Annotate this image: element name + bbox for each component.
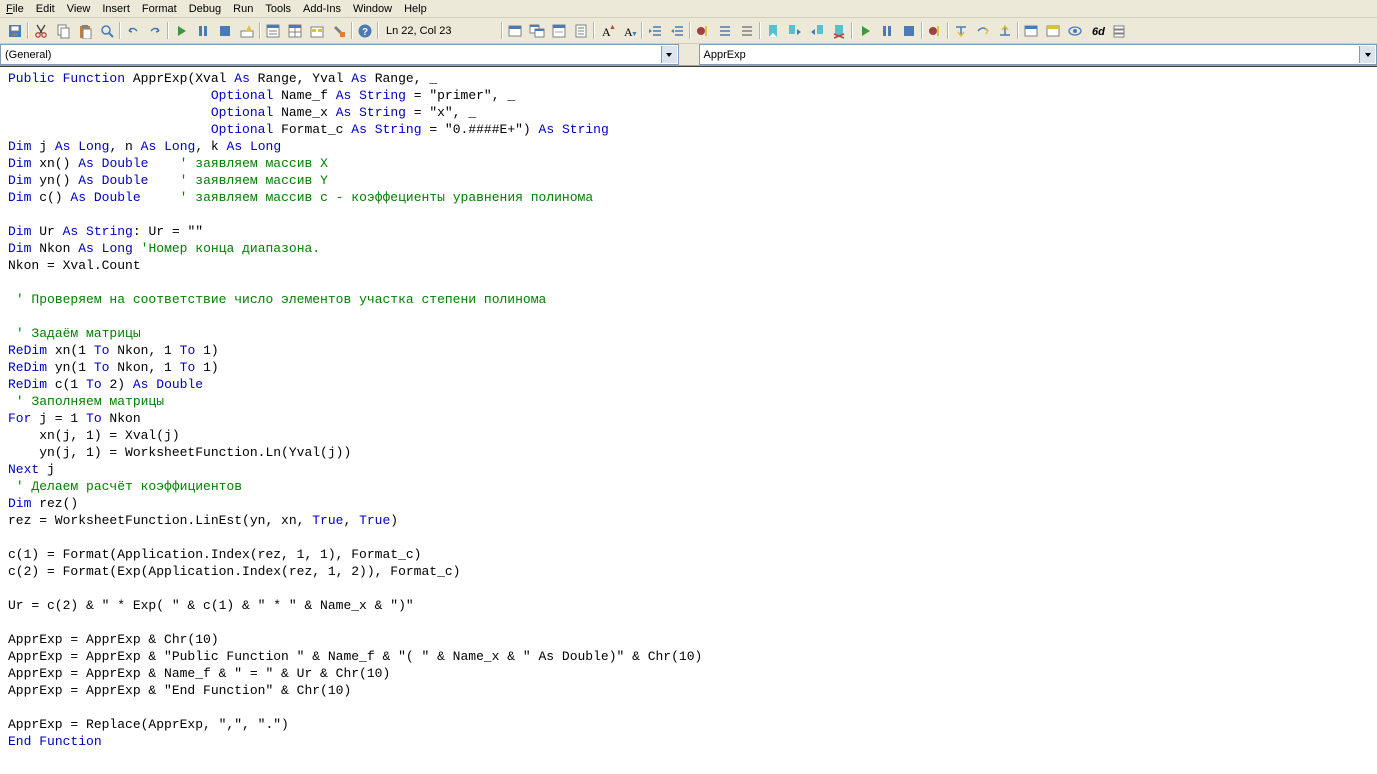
tb2-bookmark-toggle-icon[interactable] bbox=[762, 20, 784, 42]
tb2-font-larger-icon[interactable]: A▲ bbox=[596, 20, 618, 42]
tb3-immediate-icon[interactable] bbox=[1042, 20, 1064, 42]
tb2-module-icon[interactable] bbox=[570, 20, 592, 42]
menu-edit[interactable]: Edit bbox=[36, 3, 55, 15]
svg-text:?: ? bbox=[362, 27, 368, 38]
tb3-pause-icon[interactable] bbox=[876, 20, 898, 42]
menu-file[interactable]: File bbox=[6, 3, 24, 15]
cut-icon[interactable] bbox=[30, 20, 52, 42]
design-mode-icon[interactable] bbox=[236, 20, 258, 42]
tb2-bookmark-next-icon[interactable] bbox=[784, 20, 806, 42]
redo-icon[interactable] bbox=[144, 20, 166, 42]
tb2-windows-icon[interactable] bbox=[526, 20, 548, 42]
tb3-step-out-icon[interactable] bbox=[994, 20, 1016, 42]
code-editor[interactable]: Public Function ApprExp(Xval As Range, Y… bbox=[0, 66, 1377, 774]
properties-icon[interactable] bbox=[284, 20, 306, 42]
svg-text:▼: ▼ bbox=[631, 31, 637, 38]
menu-format[interactable]: Format bbox=[142, 3, 177, 15]
paste-icon[interactable] bbox=[74, 20, 96, 42]
toolbox-icon[interactable] bbox=[328, 20, 350, 42]
tb2-form-icon[interactable] bbox=[548, 20, 570, 42]
copy-icon[interactable] bbox=[52, 20, 74, 42]
menu-run[interactable]: Run bbox=[233, 3, 253, 15]
tb2-bookmark-clear-icon[interactable] bbox=[828, 20, 850, 42]
pause-icon[interactable] bbox=[192, 20, 214, 42]
tb2-bookmark-prev-icon[interactable] bbox=[806, 20, 828, 42]
tb2-indent-icon[interactable] bbox=[644, 20, 666, 42]
menubar: File Edit View Insert Format Debug Run T… bbox=[0, 0, 1377, 18]
procedure-dropdown-value: ApprExp bbox=[704, 49, 746, 61]
menu-tools[interactable]: Tools bbox=[265, 3, 291, 15]
svg-text:6d: 6d bbox=[1092, 26, 1105, 38]
tb3-locals-icon[interactable] bbox=[1020, 20, 1042, 42]
tb3-call-stack-icon[interactable] bbox=[1108, 20, 1130, 42]
menu-debug[interactable]: Debug bbox=[189, 3, 221, 15]
tb3-run-icon[interactable] bbox=[854, 20, 876, 42]
menu-view[interactable]: View bbox=[67, 3, 91, 15]
svg-text:▲: ▲ bbox=[609, 24, 615, 31]
object-dropdown-value: (General) bbox=[5, 49, 51, 61]
tb3-step-into-icon[interactable] bbox=[950, 20, 972, 42]
dropdown-arrow-icon bbox=[661, 46, 677, 63]
project-explorer-icon[interactable] bbox=[262, 20, 284, 42]
object-browser-icon[interactable] bbox=[306, 20, 328, 42]
tb3-step-over-icon[interactable] bbox=[972, 20, 994, 42]
menu-window[interactable]: Window bbox=[353, 3, 392, 15]
main-toolbar: ? Ln 22, Col 23 A▲ A▼ 6d bbox=[0, 18, 1377, 44]
undo-icon[interactable] bbox=[122, 20, 144, 42]
save-icon[interactable] bbox=[4, 20, 26, 42]
object-dropdown[interactable]: (General) bbox=[0, 44, 679, 65]
tb3-quick-watch-icon[interactable]: 6d bbox=[1086, 20, 1108, 42]
tb3-watch-icon[interactable] bbox=[1064, 20, 1086, 42]
menu-help[interactable]: Help bbox=[404, 3, 427, 15]
cursor-position: Ln 22, Col 23 bbox=[380, 23, 500, 39]
tb2-outdent-icon[interactable] bbox=[666, 20, 688, 42]
code-dropdowns: (General) ApprExp bbox=[0, 44, 1377, 66]
menu-insert[interactable]: Insert bbox=[102, 3, 130, 15]
find-icon[interactable] bbox=[96, 20, 118, 42]
tb2-comment-icon[interactable] bbox=[714, 20, 736, 42]
tb2-breakpoint-icon[interactable] bbox=[692, 20, 714, 42]
help-icon[interactable]: ? bbox=[354, 20, 376, 42]
tb3-stop-icon[interactable] bbox=[898, 20, 920, 42]
procedure-dropdown[interactable]: ApprExp bbox=[699, 44, 1377, 65]
stop-icon[interactable] bbox=[214, 20, 236, 42]
run-icon[interactable] bbox=[170, 20, 192, 42]
tb2-uncomment-icon[interactable] bbox=[736, 20, 758, 42]
tb2-font-smaller-icon[interactable]: A▼ bbox=[618, 20, 640, 42]
menu-addins[interactable]: Add-Ins bbox=[303, 3, 341, 15]
dropdown-arrow-icon bbox=[1359, 46, 1375, 63]
tb3-breakpoint-icon[interactable] bbox=[924, 20, 946, 42]
tb2-window-icon[interactable] bbox=[504, 20, 526, 42]
